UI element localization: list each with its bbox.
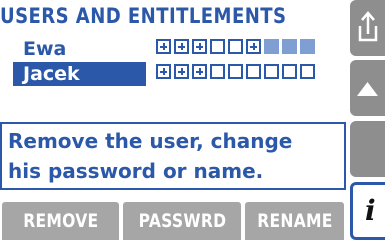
remove-button-label: REMOVE: [22, 210, 99, 232]
remove-button[interactable]: REMOVE: [2, 202, 119, 240]
scroll-up-button[interactable]: [350, 60, 385, 116]
entitlement-box-plus: [174, 64, 189, 79]
help-message-line-2: his password or name.: [8, 159, 264, 183]
entitlement-box-fill: [282, 39, 297, 54]
device-screen: USERS AND ENTITLEMENTS Ewa Jacek Remove …: [0, 0, 385, 240]
user-row-ewa[interactable]: Ewa: [13, 37, 327, 61]
user-name: Ewa: [23, 38, 67, 60]
info-button[interactable]: i: [350, 182, 385, 240]
entitlement-box-empty: [210, 39, 225, 54]
info-icon: i: [365, 194, 376, 227]
entitlement-box-fill: [264, 39, 279, 54]
entitlement-box-empty: [264, 64, 279, 79]
password-button-label: PASSWRD: [138, 210, 226, 232]
password-button[interactable]: PASSWRD: [123, 202, 241, 240]
user-row-jacek[interactable]: Jacek: [13, 62, 327, 86]
export-button[interactable]: [350, 0, 385, 56]
help-message-box: Remove the user, change his password or …: [0, 122, 346, 190]
user-name: Jacek: [13, 62, 146, 86]
help-message-line-1: Remove the user, change: [8, 129, 293, 153]
entitlement-box-empty: [210, 64, 225, 79]
entitlement-box-empty: [300, 64, 315, 79]
entitlement-boxes: [156, 64, 318, 84]
entitlement-boxes: [156, 39, 318, 59]
side-blank-button[interactable]: [350, 121, 385, 177]
entitlement-box-plus: [156, 39, 171, 54]
entitlement-box-empty: [228, 39, 243, 54]
export-up-icon: [358, 11, 378, 42]
entitlement-box-plus: [192, 64, 207, 79]
rename-button-label: RENAME: [256, 210, 333, 232]
entitlement-box-plus: [192, 39, 207, 54]
entitlement-box-empty: [228, 64, 243, 79]
entitlement-box-empty: [246, 64, 261, 79]
triangle-up-icon: [357, 82, 378, 96]
entitlement-box-plus: [174, 39, 189, 54]
entitlement-box-fill: [300, 39, 315, 54]
entitlement-box-plus: [156, 64, 171, 79]
rename-button[interactable]: RENAME: [245, 202, 344, 240]
entitlement-box-plus: [246, 39, 261, 54]
page-title: USERS AND ENTITLEMENTS: [0, 4, 287, 28]
entitlement-box-empty: [282, 64, 297, 79]
